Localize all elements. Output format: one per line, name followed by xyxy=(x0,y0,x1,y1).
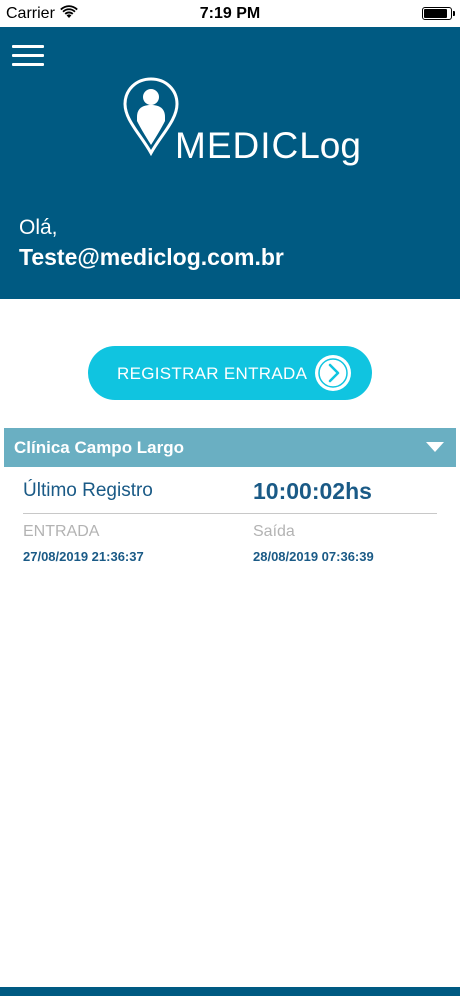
menu-icon-bar xyxy=(12,54,44,57)
battery-level xyxy=(424,9,447,18)
entry-label: ENTRADA xyxy=(23,523,100,540)
last-record-value: 10:00:02hs xyxy=(253,478,372,504)
location-pin-icon xyxy=(123,77,179,157)
app-logo: MEDICLog xyxy=(123,77,361,169)
bottom-bar xyxy=(0,987,460,996)
user-email: Teste@mediclog.com.br xyxy=(19,244,284,270)
entry-timestamp: 27/08/2019 21:36:37 xyxy=(23,549,144,564)
logo-text-log: Log xyxy=(299,125,361,166)
divider xyxy=(23,513,437,514)
exit-timestamp: 28/08/2019 07:36:39 xyxy=(253,549,374,564)
battery-icon xyxy=(422,7,455,20)
last-record-label: Último Registro xyxy=(23,480,153,501)
register-entry-label: REGISTRAR ENTRADA xyxy=(117,364,308,383)
clinic-name: Clínica Campo Largo xyxy=(14,438,185,457)
greeting: Olá, xyxy=(19,216,58,239)
logo-text-medic: MEDIC xyxy=(175,125,300,166)
menu-button[interactable] xyxy=(12,45,44,67)
status-bar: Carrier 7:19 PM xyxy=(0,0,460,27)
chevron-right-icon-glyph xyxy=(318,358,348,388)
logo-wordmark: MEDICLog xyxy=(175,126,361,166)
clock: 7:19 PM xyxy=(199,5,261,22)
clinic-selector[interactable]: Clínica Campo Largo xyxy=(4,428,456,467)
chevron-right-icon[interactable] xyxy=(315,355,351,391)
menu-icon-bar xyxy=(12,45,44,48)
exit-label: Saída xyxy=(253,523,295,540)
menu-icon-bar xyxy=(12,63,44,66)
caret-down-icon xyxy=(426,442,444,452)
header: MEDICLog Olá, Teste@mediclog.com.br xyxy=(0,27,460,299)
